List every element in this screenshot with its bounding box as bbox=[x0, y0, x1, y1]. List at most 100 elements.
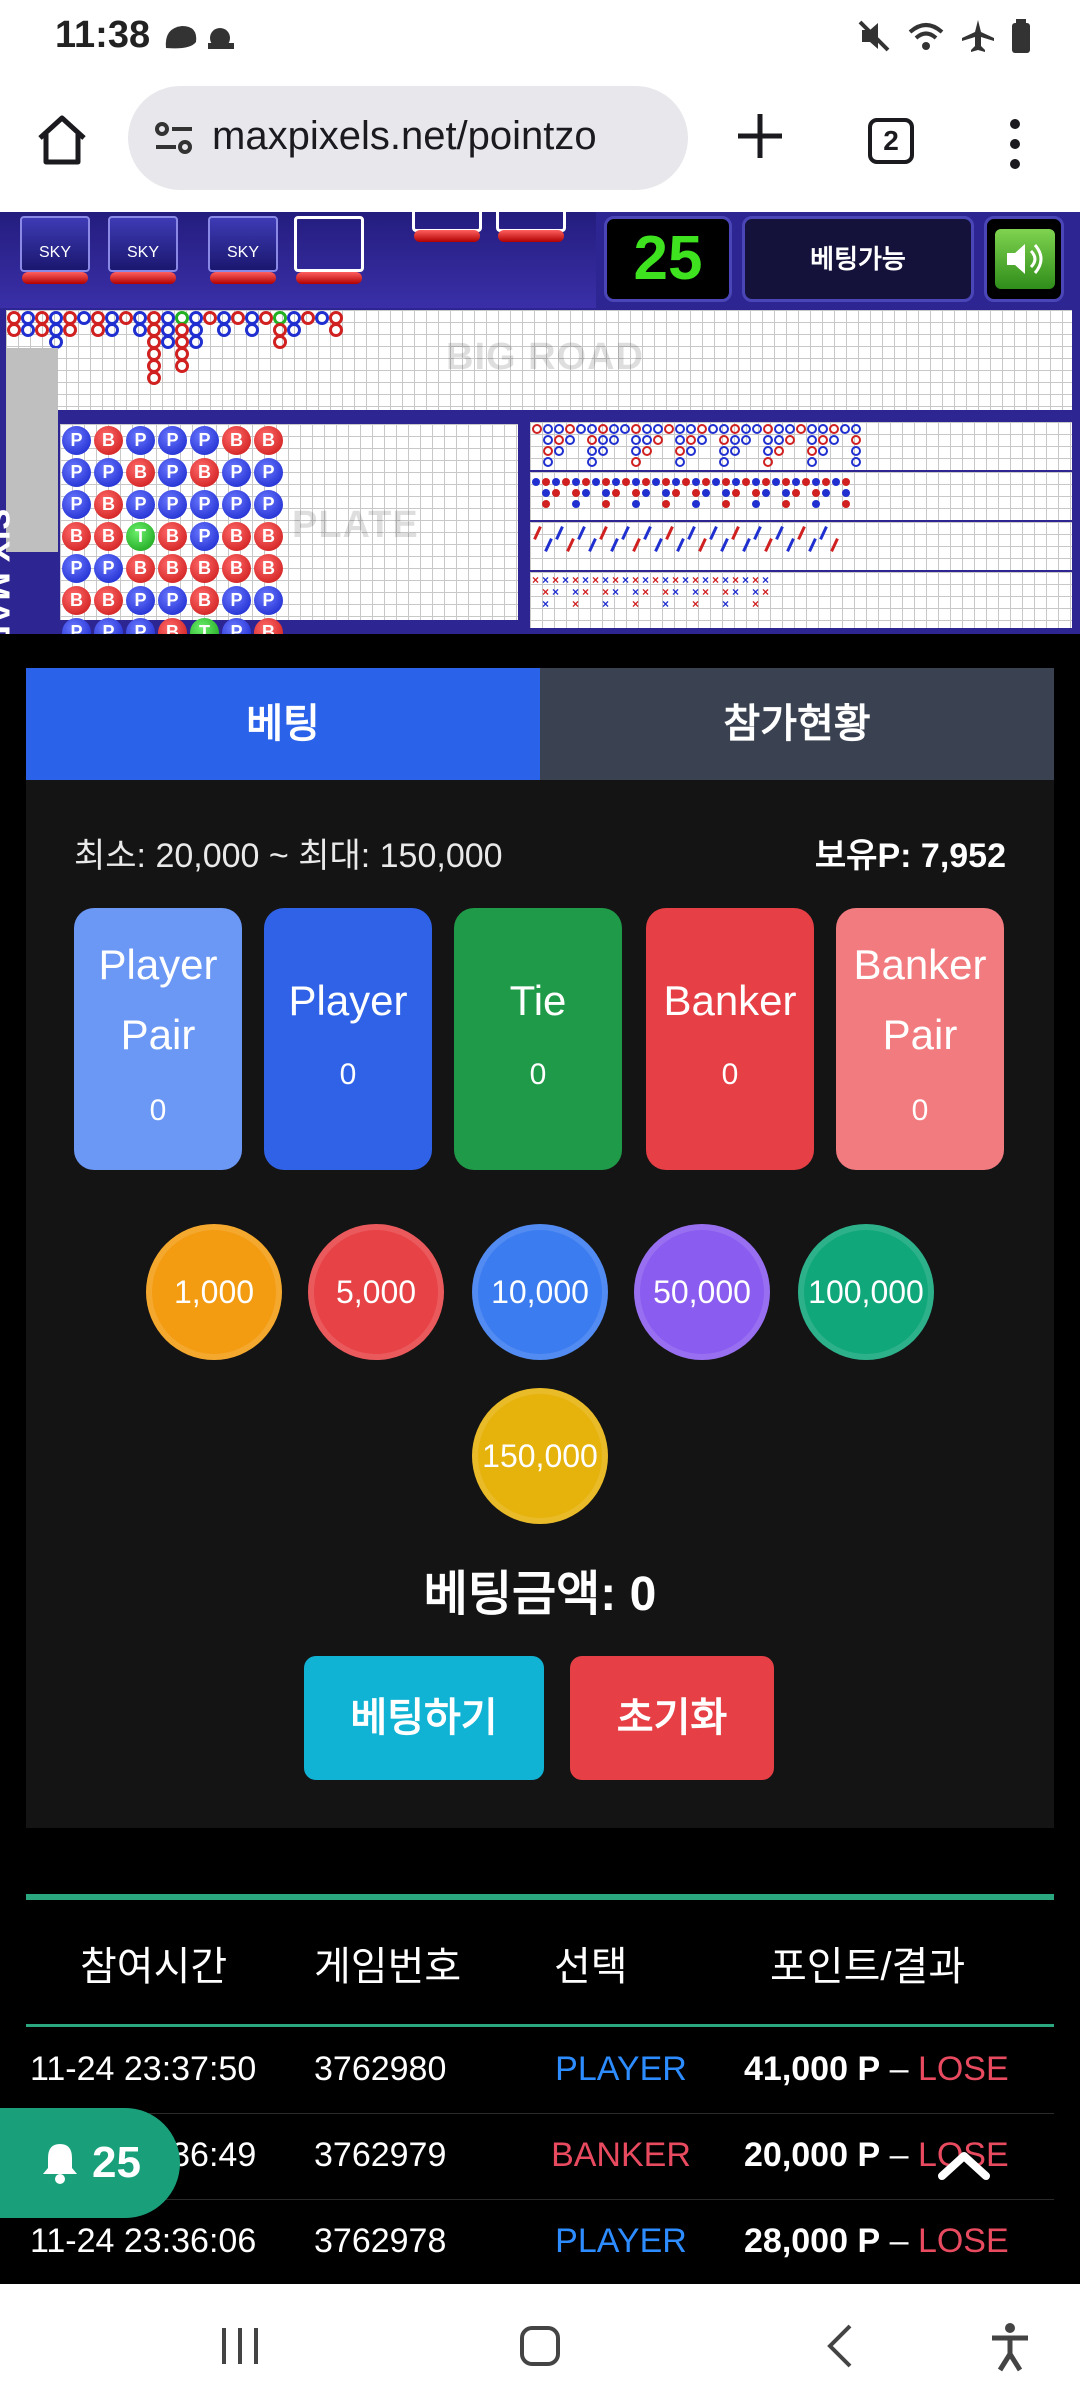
road-marker bbox=[675, 424, 685, 434]
road-marker bbox=[712, 478, 720, 486]
tab-participation[interactable]: 참가현황 bbox=[540, 668, 1054, 780]
place-bet-button[interactable]: 베팅하기 bbox=[304, 1656, 544, 1780]
road-marker bbox=[610, 538, 619, 552]
road-marker bbox=[77, 311, 91, 325]
road-marker bbox=[315, 311, 329, 325]
road-marker bbox=[697, 435, 707, 445]
road-marker bbox=[731, 526, 740, 540]
road-marker bbox=[730, 435, 740, 445]
road-marker: × bbox=[562, 573, 570, 587]
scroll-to-top-icon[interactable] bbox=[914, 2136, 1014, 2196]
road-marker bbox=[752, 424, 762, 434]
bead-b: B bbox=[94, 426, 123, 455]
big-eye-road bbox=[530, 422, 1072, 470]
chip-50000[interactable]: 50,000 bbox=[634, 1224, 770, 1360]
row-game: 3762979 bbox=[314, 2136, 447, 2174]
home-nav-icon[interactable] bbox=[510, 2316, 570, 2376]
back-icon[interactable] bbox=[812, 2316, 872, 2376]
header-time: 참여시간 bbox=[80, 1945, 228, 1989]
road-marker bbox=[808, 538, 817, 552]
history-row: 11-24 23:37:50 3762980 PLAYER 41,000 P –… bbox=[26, 2028, 1054, 2114]
bead-p: P bbox=[254, 458, 283, 487]
road-marker: × bbox=[672, 585, 680, 599]
road-marker bbox=[741, 424, 751, 434]
row-game: 3762978 bbox=[314, 2222, 447, 2260]
road-marker bbox=[582, 478, 590, 486]
road-marker bbox=[851, 446, 861, 456]
road-marker bbox=[217, 323, 231, 337]
tie-bet[interactable]: Tie 0 bbox=[454, 908, 622, 1170]
road-marker bbox=[692, 500, 700, 508]
bead-b: B bbox=[62, 522, 91, 551]
new-tab-icon[interactable] bbox=[730, 106, 790, 166]
recent-apps-icon[interactable] bbox=[210, 2316, 270, 2376]
countdown-timer: 25 bbox=[604, 216, 732, 302]
road-marker bbox=[807, 457, 817, 467]
tab-betting[interactable]: 베팅 bbox=[26, 668, 540, 780]
chip-1000[interactable]: 1,000 bbox=[146, 1224, 282, 1360]
road-marker bbox=[851, 457, 861, 467]
bead-p: P bbox=[190, 426, 219, 455]
road-marker bbox=[566, 538, 575, 552]
road-marker bbox=[763, 435, 773, 445]
tab-switcher-button[interactable]: 2 bbox=[868, 118, 914, 164]
address-bar[interactable]: maxpixels.net/pointzo bbox=[128, 86, 688, 190]
road-marker bbox=[686, 446, 696, 456]
bead-p: P bbox=[158, 586, 187, 615]
player-bet[interactable]: Player 0 bbox=[264, 908, 432, 1170]
bead-b: B bbox=[94, 586, 123, 615]
card-indicator bbox=[110, 272, 176, 284]
banker-pair-bet[interactable]: Banker Pair 0 bbox=[836, 908, 1004, 1170]
road-marker: × bbox=[592, 573, 600, 587]
bet-label: Banker bbox=[663, 977, 797, 1024]
road-marker bbox=[664, 424, 674, 434]
notification-button[interactable]: 25 bbox=[0, 2108, 180, 2218]
road-marker bbox=[147, 371, 161, 385]
road-marker bbox=[565, 435, 575, 445]
card-back: SKY bbox=[108, 216, 178, 272]
road-marker bbox=[708, 424, 718, 434]
road-marker bbox=[763, 457, 773, 467]
more-menu-icon[interactable] bbox=[1000, 114, 1030, 174]
bead-b: B bbox=[94, 522, 123, 551]
sound-toggle[interactable] bbox=[984, 216, 1064, 302]
bet-total: 베팅금액: 0 bbox=[423, 1568, 657, 1621]
road-marker bbox=[49, 335, 63, 349]
bet-amount: 0 bbox=[149, 1094, 167, 1127]
road-marker bbox=[598, 446, 608, 456]
road-marker bbox=[775, 526, 784, 540]
bet-label: Pair bbox=[882, 1011, 958, 1058]
speaker-icon[interactable] bbox=[995, 229, 1055, 289]
reset-button[interactable]: 초기화 bbox=[570, 1656, 774, 1780]
banker-bet[interactable]: Banker 0 bbox=[646, 908, 814, 1170]
chip-100000[interactable]: 100,000 bbox=[798, 1224, 934, 1360]
road-marker bbox=[672, 478, 680, 486]
chip-10000[interactable]: 10,000 bbox=[472, 1224, 608, 1360]
player-pair-bet[interactable]: Player Pair 0 bbox=[74, 908, 242, 1170]
six-map-grid: PLATE PPPBPBPBBPBBPBPPPBPTBPPBPPPBBPBPPB… bbox=[60, 424, 518, 634]
history-row: 11-24 23:36:06 3762978 PLAYER 28,000 P –… bbox=[26, 2200, 1054, 2286]
road-marker bbox=[796, 424, 806, 434]
bead-p: P bbox=[126, 426, 155, 455]
browser-toolbar: maxpixels.net/pointzo 2 bbox=[0, 72, 1080, 212]
road-marker bbox=[598, 424, 608, 434]
road-marker bbox=[842, 500, 850, 508]
road-marker bbox=[554, 446, 564, 456]
road-marker bbox=[742, 538, 751, 552]
accessibility-icon[interactable] bbox=[980, 2316, 1040, 2376]
home-icon[interactable] bbox=[32, 110, 92, 170]
road-marker bbox=[632, 500, 640, 508]
bet-limits: 최소: 20,000 ~ 최대: 150,000 bbox=[74, 837, 503, 875]
bead-b: B bbox=[126, 554, 155, 583]
road-marker bbox=[851, 424, 861, 434]
bead-b: B bbox=[190, 586, 219, 615]
chip-150000[interactable]: 150,000 bbox=[472, 1388, 608, 1524]
road-marker: × bbox=[742, 573, 750, 587]
chip-5000[interactable]: 5,000 bbox=[308, 1224, 444, 1360]
road-marker bbox=[774, 435, 784, 445]
road-marker bbox=[189, 335, 203, 349]
road-marker bbox=[753, 526, 762, 540]
road-marker: × bbox=[632, 597, 640, 611]
road-marker: × bbox=[602, 597, 610, 611]
site-settings-icon[interactable] bbox=[152, 116, 196, 160]
